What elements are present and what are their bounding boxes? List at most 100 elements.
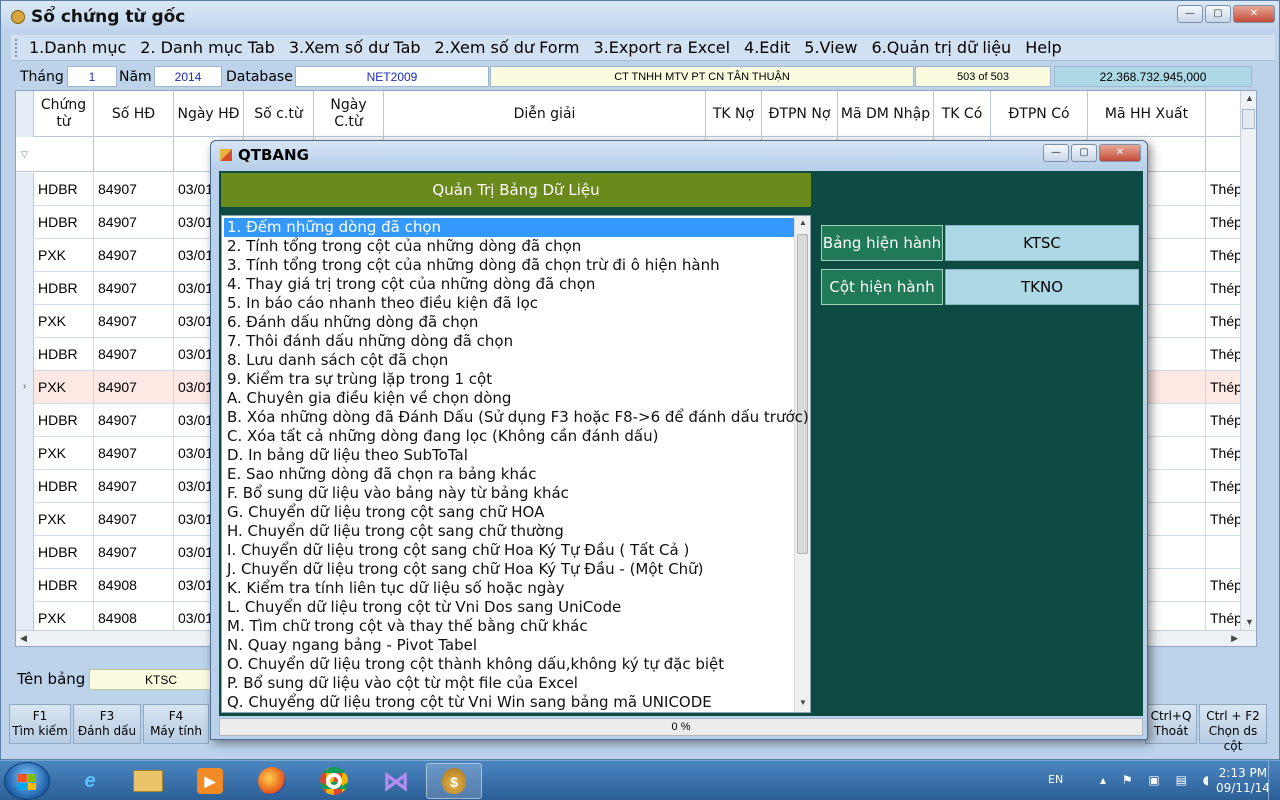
dialog-close-button[interactable]: ✕ <box>1099 144 1141 162</box>
database-field[interactable]: NET2009 <box>295 66 489 87</box>
row-header[interactable] <box>16 173 34 206</box>
menu-danh-muc-tab[interactable]: 2. Danh mục Tab <box>140 38 275 57</box>
cell-chung-tu[interactable]: HDBR <box>34 272 94 305</box>
command-list-item[interactable]: J. Chuyển dữ liệu trong cột sang chữ Hoa… <box>224 560 794 579</box>
row-header[interactable]: › <box>16 371 34 404</box>
cell-so-hd[interactable]: 84907 <box>94 272 174 305</box>
dialog-minimize-button[interactable]: — <box>1043 144 1069 162</box>
scroll-up-icon[interactable]: ▲ <box>1245 93 1254 103</box>
cell-chung-tu[interactable]: HDBR <box>34 470 94 503</box>
grid-corner[interactable] <box>16 91 34 137</box>
show-desktop-button[interactable] <box>1268 761 1280 800</box>
cell-chung-tu[interactable]: PXK <box>34 437 94 470</box>
command-list-item[interactable]: B. Xóa những dòng đã Đánh Dấu (Sử dụng F… <box>224 408 809 427</box>
ctrl-q-button[interactable]: Ctrl+Q Thoát <box>1145 704 1197 744</box>
scroll-left-icon[interactable]: ◀ <box>20 633 27 644</box>
command-list-item[interactable]: 5. In báo cáo nhanh theo điều kiện đã lọ… <box>224 294 794 313</box>
cell-so-hd[interactable]: 84907 <box>94 503 174 536</box>
row-header[interactable] <box>16 569 34 602</box>
cell-so-hd[interactable]: 84907 <box>94 239 174 272</box>
cell-extra[interactable]: Thép <box>1206 239 1242 272</box>
cell-extra[interactable]: Thép <box>1206 470 1242 503</box>
command-list-item[interactable]: G. Chuyển dữ liệu trong cột sang chữ HOA <box>224 503 794 522</box>
grid-vertical-scrollbar[interactable]: ▲ ▼ <box>1240 91 1256 632</box>
cell-extra[interactable]: Thép <box>1206 206 1242 239</box>
menu-quan-tri-du-lieu[interactable]: 6.Quản trị dữ liệu <box>872 38 1012 57</box>
row-header[interactable] <box>16 206 34 239</box>
cell-so-hd[interactable]: 84907 <box>94 371 174 404</box>
maximize-button[interactable]: ▢ <box>1205 5 1231 23</box>
cell-so-hd[interactable]: 84907 <box>94 338 174 371</box>
col-header-dtpn-co[interactable]: ĐTPN Có <box>991 91 1088 137</box>
cell-so-hd[interactable]: 84907 <box>94 305 174 338</box>
row-header[interactable] <box>16 338 34 371</box>
cell-extra[interactable]: Thép <box>1206 404 1242 437</box>
menu-danh-muc[interactable]: 1.Danh mục <box>29 38 126 57</box>
col-header-so-ctu[interactable]: Số c.từ <box>244 91 314 137</box>
cell-so-hd[interactable]: 84907 <box>94 470 174 503</box>
internet-explorer-icon[interactable]: e <box>62 763 118 799</box>
command-list-item[interactable]: Q. Chuyểng dữ liệu trong cột từ Vni Win … <box>224 693 794 712</box>
menu-xem-so-du-form[interactable]: 2.Xem số dư Form <box>435 38 580 57</box>
cell-extra[interactable]: Thép <box>1206 437 1242 470</box>
command-list-item[interactable]: M. Tìm chữ trong cột và thay thế bằng ch… <box>224 617 794 636</box>
firefox-icon[interactable] <box>244 763 300 799</box>
close-button[interactable]: ✕ <box>1233 5 1275 23</box>
command-list-item[interactable]: F. Bổ sung dữ liệu vào bảng này từ bảng … <box>224 484 794 503</box>
command-list-item[interactable]: O. Chuyển dữ liệu trong cột thành không … <box>224 655 794 674</box>
list-scroll-down-icon[interactable]: ▼ <box>799 698 807 707</box>
cell-so-hd[interactable]: 84907 <box>94 437 174 470</box>
col-header-tk-no[interactable]: TK Nợ <box>706 91 762 137</box>
accounting-app-icon[interactable]: $ <box>426 763 482 799</box>
command-list-item[interactable]: 1. Đếm những dòng đã chọn <box>224 218 794 237</box>
scroll-right-icon[interactable]: ▶ <box>1231 633 1238 644</box>
col-header-so-hd[interactable]: Số HĐ <box>94 91 174 137</box>
cell-so-hd[interactable]: 84907 <box>94 173 174 206</box>
start-button[interactable] <box>4 762 50 800</box>
cell-extra[interactable] <box>1206 536 1242 569</box>
row-header[interactable] <box>16 536 34 569</box>
chrome-icon[interactable] <box>306 763 362 799</box>
cell-extra[interactable]: Thép <box>1206 338 1242 371</box>
cell-so-hd[interactable]: 84908 <box>94 569 174 602</box>
cell-extra[interactable]: Thép <box>1206 503 1242 536</box>
cell-chung-tu[interactable]: HDBR <box>34 536 94 569</box>
cell-so-hd[interactable]: 84907 <box>94 536 174 569</box>
command-list-item[interactable]: D. In bảng dữ liệu theo SubToTal <box>224 446 794 465</box>
tray-icons[interactable]: ▴ ⚑ ▣ ▤ ◖ <box>1100 773 1215 787</box>
command-list-item[interactable]: A. Chuyên gia điều kiện về chọn dòng <box>224 389 794 408</box>
media-player-icon[interactable]: ▶ <box>182 763 238 799</box>
row-header[interactable] <box>16 305 34 338</box>
command-list-item[interactable]: P. Bổ sung dữ liệu vào cột từ một file c… <box>224 674 794 693</box>
filter-cell-chung-tu[interactable] <box>34 137 94 172</box>
menu-edit[interactable]: 4.Edit <box>744 38 790 57</box>
command-list-item[interactable]: 3. Tính tổng trong cột của những dòng đã… <box>224 256 794 275</box>
menu-help[interactable]: Help <box>1025 38 1061 57</box>
col-header-chung-tu[interactable]: Chứng từ <box>34 91 94 137</box>
row-header[interactable] <box>16 503 34 536</box>
scroll-down-icon[interactable]: ▼ <box>1245 617 1254 627</box>
ctrl-f2-button[interactable]: Ctrl + F2 Chọn ds cột <box>1199 704 1267 753</box>
menu-xem-so-du-tab[interactable]: 3.Xem số dư Tab <box>289 38 421 57</box>
cell-chung-tu[interactable]: HDBR <box>34 338 94 371</box>
cell-so-hd[interactable]: 84907 <box>94 404 174 437</box>
cell-extra[interactable]: Thép <box>1206 272 1242 305</box>
col-header-ngay-ctu[interactable]: Ngày C.từ <box>314 91 384 137</box>
nam-field[interactable]: 2014 <box>154 66 222 87</box>
cell-chung-tu[interactable]: PXK <box>34 239 94 272</box>
cell-chung-tu[interactable]: HDBR <box>34 173 94 206</box>
command-list-item[interactable]: 7. Thôi đánh dấu những dòng đã chọn <box>224 332 794 351</box>
command-list-item[interactable]: 8. Lưu danh sách cột đã chọn <box>224 351 794 370</box>
f1-button[interactable]: F1 Tìm kiếm <box>9 704 71 744</box>
cell-chung-tu[interactable]: HDBR <box>34 569 94 602</box>
cell-chung-tu[interactable]: HDBR <box>34 206 94 239</box>
command-list-item[interactable]: L. Chuyển dữ liệu trong cột từ Vni Dos s… <box>224 598 794 617</box>
row-header[interactable] <box>16 239 34 272</box>
command-list-item[interactable]: E. Sao những dòng đã chọn ra bảng khác <box>224 465 794 484</box>
filter-cell-extra[interactable] <box>1206 137 1242 172</box>
cell-chung-tu[interactable]: HDBR <box>34 404 94 437</box>
cell-extra[interactable]: Thép <box>1206 305 1242 338</box>
f4-button[interactable]: F4 Máy tính <box>143 704 209 744</box>
command-list-item[interactable]: C. Xóa tất cả những dòng đang lọc (Không… <box>224 427 794 446</box>
command-list-item[interactable]: 6. Đánh dấu những dòng đã chọn <box>224 313 794 332</box>
